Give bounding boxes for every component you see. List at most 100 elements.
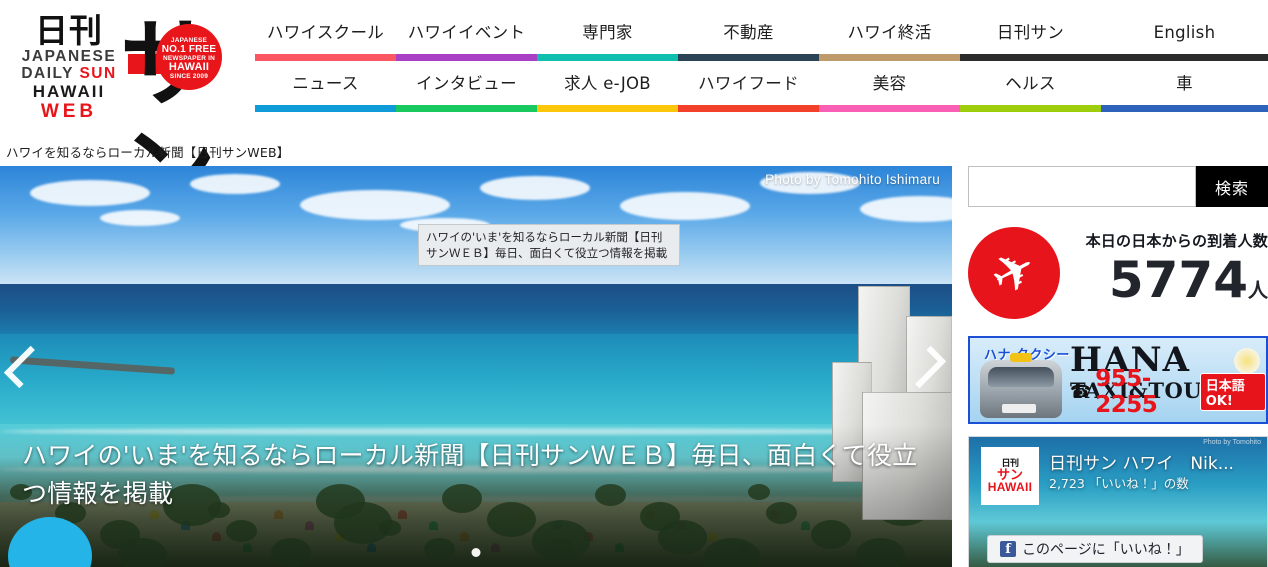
hana-ad-language-badge: 日本語OK! — [1199, 373, 1266, 411]
nav-item-label: ハワイ終活 — [847, 23, 932, 42]
search-input[interactable] — [968, 166, 1196, 207]
logo-sun: SUN — [79, 65, 117, 82]
nav-item-label: インタビュー — [416, 74, 517, 93]
hero-ocean-mid — [0, 334, 952, 429]
page-root: 日刊 JAPANESE DAILY SUN HAWAII WEB サン JAPA… — [0, 0, 1268, 567]
nav-item-underline — [537, 54, 678, 61]
nav-item-label: English — [1153, 23, 1216, 42]
hana-ad-car-image — [980, 353, 1062, 418]
nav-item-label: ニュース — [292, 74, 359, 93]
logo-daily: DAILY — [21, 65, 80, 82]
nav-item-row1-0[interactable]: ハワイスクール — [255, 12, 396, 61]
chevron-right-icon — [903, 345, 947, 388]
nav-item-underline — [960, 54, 1101, 61]
facebook-page-avatar: 日刊 サン HAWAII — [981, 447, 1039, 505]
arrivals-unit: 人 — [1248, 277, 1268, 302]
hero-next-arrow[interactable] — [903, 341, 947, 393]
nav-item-row2-1[interactable]: インタビュー — [396, 63, 537, 112]
search-button[interactable]: 検索 — [1196, 166, 1268, 207]
hero-prev-arrow[interactable] — [3, 341, 47, 393]
nav-item-row2-5[interactable]: ヘルス — [960, 63, 1101, 112]
nav-item-label: 車 — [1176, 74, 1193, 93]
hana-ad-phone-row: ☎ 955-2255 日本語OK! — [1070, 366, 1266, 418]
telephone-icon: ☎ — [1070, 382, 1092, 401]
taxi-windshield — [988, 367, 1054, 387]
nav-item-row1-3[interactable]: 不動産 — [678, 12, 819, 61]
hero-ocean-far — [0, 284, 952, 336]
nav-item-underline — [255, 54, 396, 61]
cloud — [300, 190, 450, 220]
hero-slide-dot[interactable] — [471, 548, 481, 557]
nav-item-label: 専門家 — [582, 23, 633, 42]
nav-item-row2-2[interactable]: 求人 e-JOB — [537, 63, 678, 112]
arrivals-count: 5774人 — [1074, 253, 1268, 317]
hero-photo-credit: Photo by Tomohito Ishimaru — [765, 172, 940, 187]
hero-link-tooltip: ハワイの'いま'を知るならローカル新聞【日刊サンＷＥＢ】毎日、面白くて役立つ情報… — [418, 224, 680, 266]
nav-item-row1-1[interactable]: ハワイイベント — [396, 12, 537, 61]
site-logo[interactable]: 日刊 JAPANESE DAILY SUN HAWAII WEB サン JAPA… — [8, 8, 246, 226]
logo-stamp-badge: JAPANESE NO.1 FREE NEWSPAPER IN HAWAII S… — [156, 24, 222, 90]
nav-item-underline — [255, 105, 396, 112]
hero-slide-indicators — [471, 548, 481, 557]
hero-caption[interactable]: ハワイの'いま'を知るならローカル新聞【日刊サンＷＥＢ】毎日、面白くて役立つ情報… — [0, 425, 952, 567]
nav-item-underline — [396, 105, 537, 112]
logo-japanese: JAPANESE — [21, 48, 117, 65]
airplane-glyph: ✈ — [981, 237, 1047, 309]
nav-item-underline — [819, 54, 960, 61]
nav-item-underline — [1101, 105, 1268, 112]
arrivals-text: 本日の日本からの到着人数 5774人 — [1074, 230, 1268, 317]
nav-item-row2-6[interactable]: 車 — [1101, 63, 1268, 112]
avatar-hawaii: HAWAII — [983, 481, 1037, 493]
nav-row-primary: ハワイスクール ハワイイベント 専門家 不動産 ハワイ終活 日刊サン English — [255, 12, 1268, 61]
nav-item-underline — [960, 105, 1101, 112]
nav-item-label: 求人 e-JOB — [564, 74, 651, 93]
arrivals-number: 5774 — [1108, 250, 1248, 309]
nav-item-label: 不動産 — [723, 23, 774, 42]
logo-daily-sun: DAILY SUN — [10, 65, 128, 82]
nav-item-underline — [678, 54, 819, 61]
stamp-line-5: SINCE 2009 — [169, 72, 209, 80]
nav-item-row1-5[interactable]: 日刊サン — [960, 12, 1101, 61]
facebook-like-count: 2,723 「いいね！」の数 — [1049, 476, 1189, 491]
nav-item-row1-4[interactable]: ハワイ終活 — [819, 12, 960, 61]
arrivals-label: 本日の日本からの到着人数 — [1085, 231, 1268, 250]
nav-row-secondary: ニュース インタビュー 求人 e-JOB ハワイフード 美容 ヘルス 車 — [255, 63, 1268, 112]
hana-taxi-ad[interactable]: ハナ・タクシー HANA TAXI&TOUR ☎ 955-2255 日本語OK! — [968, 336, 1268, 424]
stamp-line-4: HAWAII — [168, 60, 210, 73]
nav-item-underline — [537, 105, 678, 112]
logo-kanji: 日刊 — [35, 11, 103, 50]
site-header: 日刊 JAPANESE DAILY SUN HAWAII WEB サン JAPA… — [0, 0, 1268, 226]
facebook-page-title: 日刊サン ハワイ Nik... — [1049, 454, 1234, 474]
search-form: 検索 — [968, 166, 1268, 207]
nav-item-row1-2[interactable]: 専門家 — [537, 12, 678, 61]
airplane-icon: ✈ — [968, 227, 1060, 319]
stamp-line-2: NO.1 FREE — [161, 43, 217, 55]
site-tagline: ハワイを知るならローカル新聞【日刊サンWEB】 — [6, 145, 290, 160]
logo-text-block: 日刊 JAPANESE DAILY SUN HAWAII WEB — [10, 11, 128, 123]
nav-item-underline — [819, 105, 960, 112]
nav-item-underline — [678, 105, 819, 112]
nav-item-underline — [1101, 54, 1268, 61]
arrivals-counter: ✈ 本日の日本からの到着人数 5774人 — [968, 226, 1268, 320]
facebook-like-button[interactable]: f このページに「いいね！」 — [987, 535, 1203, 563]
facebook-like-button-label: このページに「いいね！」 — [1022, 542, 1190, 558]
sidebar: 検索 ✈ 本日の日本からの到着人数 5774人 ハナ・タクシー HANA TAX… — [968, 166, 1268, 567]
nav-item-row1-6[interactable]: English — [1101, 12, 1268, 61]
nav-item-label: ハワイイベント — [407, 23, 526, 42]
hana-ad-phone-number: 955-2255 — [1095, 366, 1158, 418]
nav-item-label: 美容 — [872, 74, 907, 93]
main-navigation: ハワイスクール ハワイイベント 専門家 不動産 ハワイ終活 日刊サン English ニュー… — [255, 12, 1268, 112]
facebook-page-widget[interactable]: Photo by Tomohito 日刊 サン HAWAII 日刊サン ハワイ … — [968, 436, 1268, 567]
cloud — [480, 176, 590, 200]
logo-web: WEB — [40, 101, 98, 122]
facebook-icon: f — [1000, 541, 1016, 557]
cloud — [30, 180, 150, 206]
nav-item-row2-0[interactable]: ニュース — [255, 63, 396, 112]
taxi-license-plate — [1002, 404, 1036, 413]
nav-item-row2-4[interactable]: 美容 — [819, 63, 960, 112]
taxi-toplight-icon — [1010, 353, 1032, 362]
nav-item-row2-3[interactable]: ハワイフード — [678, 63, 819, 112]
nav-item-label: ハワイフード — [698, 74, 799, 93]
nav-item-underline — [396, 54, 537, 61]
cloud — [190, 174, 280, 194]
